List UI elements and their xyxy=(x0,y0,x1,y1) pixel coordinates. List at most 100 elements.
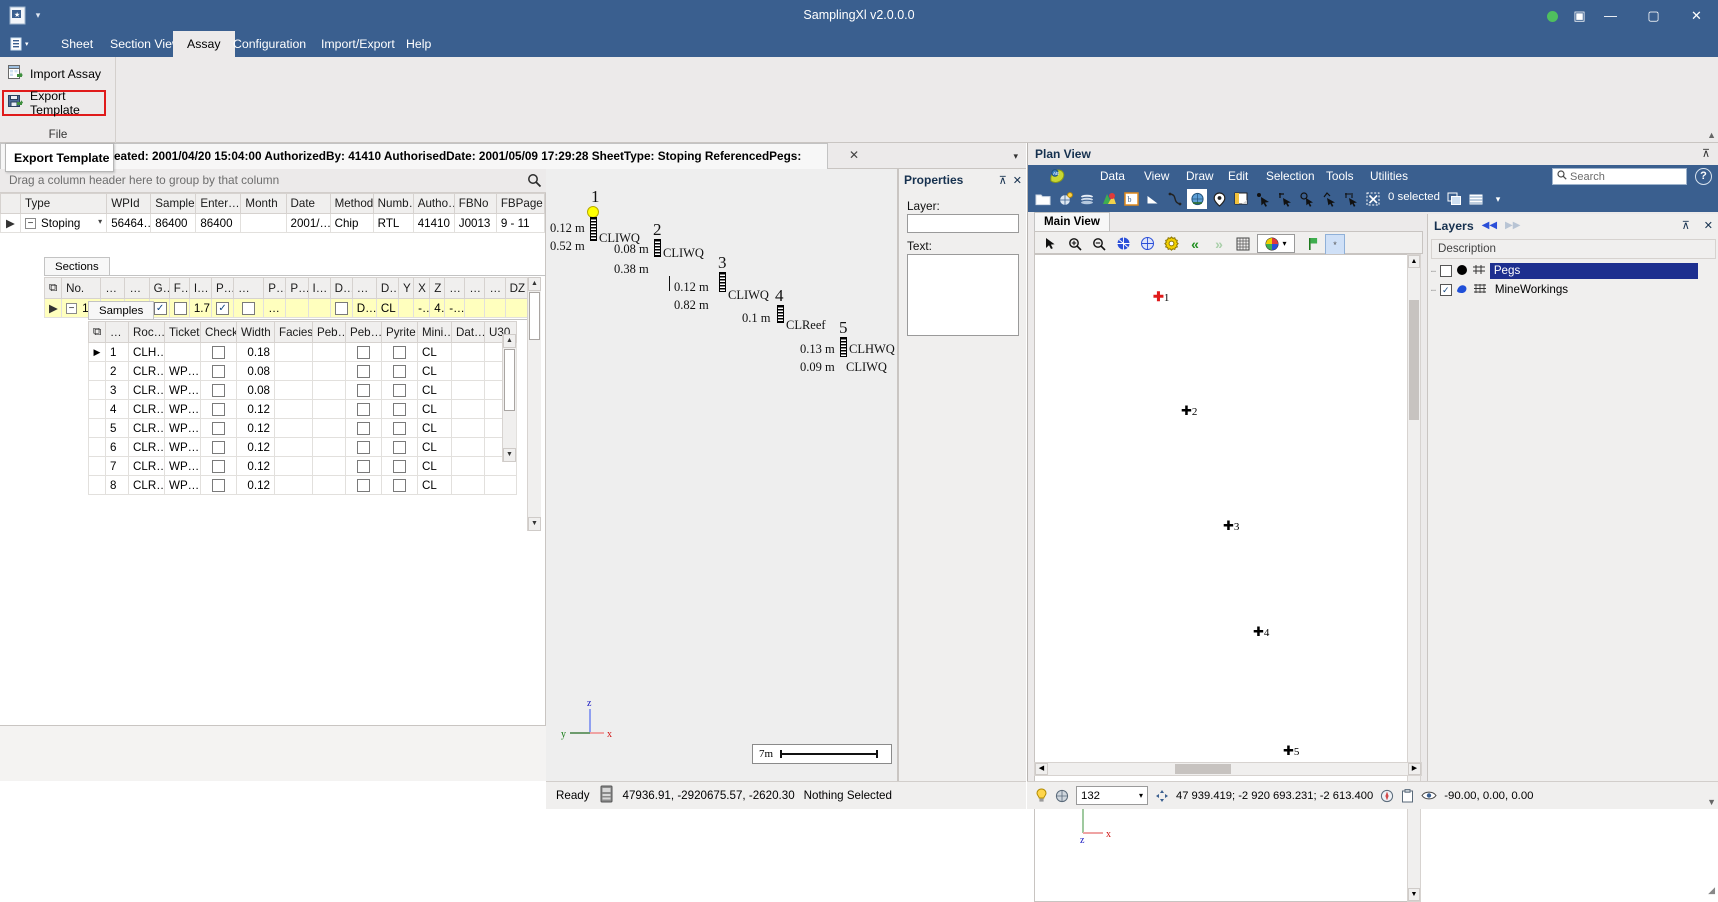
cell-sampler[interactable]: 86400 xyxy=(151,214,196,233)
scrollbar-thumb[interactable] xyxy=(1409,300,1419,420)
cell-rock[interactable]: CLR… xyxy=(129,457,165,476)
cell-dat[interactable] xyxy=(452,457,485,476)
cell-fbno[interactable]: J0013 xyxy=(454,214,496,233)
text-field[interactable] xyxy=(907,254,1019,336)
globe-outline-icon[interactable] xyxy=(1137,234,1157,253)
cell-u30[interactable] xyxy=(485,476,517,495)
sections-col-18[interactable]: … xyxy=(445,278,465,299)
plan-peg-2[interactable]: ✚2 xyxy=(1181,403,1197,419)
sections-col-19[interactable]: … xyxy=(465,278,485,299)
cell-no[interactable]: 5 xyxy=(106,419,129,438)
samples-col-peb1[interactable]: Peb… xyxy=(313,322,346,343)
cell-peb2[interactable] xyxy=(346,476,382,495)
section-borehole-3[interactable] xyxy=(719,272,726,292)
checkbox[interactable] xyxy=(357,479,370,492)
select-point-icon[interactable] xyxy=(1253,189,1273,209)
assay-outer-grid[interactable]: Type WPId Sampler Enter… Month Date Meth… xyxy=(0,193,546,726)
layers-icon[interactable] xyxy=(1077,189,1097,209)
cell-check[interactable] xyxy=(201,457,237,476)
cell-mini[interactable]: CL xyxy=(418,400,452,419)
flag-icon[interactable] xyxy=(1303,234,1323,253)
crop-icon[interactable] xyxy=(1341,189,1361,209)
tab-sections[interactable]: Sections xyxy=(44,257,110,276)
pointer-icon[interactable] xyxy=(1041,234,1061,253)
checkbox[interactable] xyxy=(212,422,225,435)
cell-ticket[interactable]: WP… xyxy=(165,362,201,381)
cell-mini[interactable]: CL xyxy=(418,381,452,400)
close-button[interactable]: ✕ xyxy=(1675,0,1718,31)
cell-rock[interactable]: CLR… xyxy=(129,438,165,457)
plan-peg-5[interactable]: ✚5 xyxy=(1283,743,1299,759)
row-indicator[interactable] xyxy=(89,362,106,381)
cell-peb1[interactable] xyxy=(313,476,346,495)
hatch-icon[interactable] xyxy=(1472,264,1486,278)
samples-col-width[interactable]: Width xyxy=(237,322,275,343)
cell-rock[interactable]: CLR… xyxy=(129,419,165,438)
cell-rock[interactable]: CLR… xyxy=(129,476,165,495)
layer-color-swatch[interactable] xyxy=(1456,283,1469,298)
cell-method[interactable]: Chip xyxy=(330,214,373,233)
row-indicator[interactable] xyxy=(89,438,106,457)
sections-col-dz[interactable]: DZ xyxy=(505,278,528,299)
sections-col-p1[interactable]: P… xyxy=(211,278,233,299)
resize-grip[interactable]: ◢ xyxy=(1708,885,1715,896)
cell-wpid[interactable]: 56464… xyxy=(107,214,151,233)
pv-menu-data[interactable]: Data xyxy=(1094,167,1131,186)
scrollbar-thumb[interactable] xyxy=(504,349,515,411)
section-borehole-4[interactable] xyxy=(777,305,784,323)
scrollbar-thumb[interactable] xyxy=(529,292,540,340)
pattern-icon[interactable] xyxy=(1473,283,1487,297)
cell-no[interactable]: 2 xyxy=(106,362,129,381)
outer-col-fbpage[interactable]: FBPage xyxy=(496,194,544,214)
gear-icon[interactable] xyxy=(1161,234,1181,253)
row-expander[interactable]: − xyxy=(25,218,36,229)
pv-menu-draw[interactable]: Draw xyxy=(1180,167,1220,186)
layer-name-pegs[interactable]: Pegs xyxy=(1490,263,1698,279)
outer-col-type[interactable]: Type xyxy=(21,194,107,214)
table-row[interactable]: 7CLR…WP…0.12CL xyxy=(89,457,517,476)
cell-facies[interactable] xyxy=(275,419,313,438)
nav-back-icon[interactable]: ◀◀ xyxy=(1482,220,1497,231)
cell-pyrite[interactable] xyxy=(382,381,418,400)
cell-enter[interactable]: 86400 xyxy=(196,214,241,233)
row-indicator[interactable] xyxy=(89,381,106,400)
checkbox[interactable] xyxy=(357,422,370,435)
cell-no[interactable]: 1 xyxy=(106,343,129,362)
checkbox[interactable] xyxy=(212,365,225,378)
sections-col-p2[interactable]: P… xyxy=(264,278,286,299)
checkbox[interactable] xyxy=(393,403,406,416)
chevron-down-icon[interactable]: ▾ xyxy=(98,217,102,226)
cell-width[interactable]: 0.08 xyxy=(237,381,275,400)
checkbox[interactable] xyxy=(357,460,370,473)
cell-facies[interactable] xyxy=(275,381,313,400)
cell-peb1[interactable] xyxy=(313,419,346,438)
outer-col-method[interactable]: Method xyxy=(330,194,373,214)
clipboard-icon[interactable] xyxy=(1401,789,1414,803)
scroll-up-icon[interactable]: ▲ xyxy=(1408,255,1420,268)
cell-width[interactable]: 0.12 xyxy=(237,438,275,457)
plan-peg-4[interactable]: ✚4 xyxy=(1253,624,1269,640)
cell-dat[interactable] xyxy=(452,438,485,457)
sections-col-p3[interactable]: P… xyxy=(286,278,308,299)
table-row[interactable]: ▶ −Stoping▾ 56464… 86400 86400 2001/… Ch… xyxy=(1,214,545,233)
star-icon[interactable]: * xyxy=(1325,234,1345,255)
table-row[interactable]: 8CLR…WP…0.12CL xyxy=(89,476,517,495)
layer-visibility-checkbox[interactable] xyxy=(1440,265,1452,277)
sections-vertical-scrollbar[interactable]: ▲ ▼ xyxy=(527,277,541,531)
cell-rock[interactable]: CLH… xyxy=(129,343,165,362)
cell-peb2[interactable] xyxy=(346,381,382,400)
sections-col-i[interactable]: I… xyxy=(189,278,211,299)
forward-icon[interactable]: » xyxy=(1209,234,1229,253)
section-peg-number-1[interactable]: 1 xyxy=(591,187,600,207)
pin-icon[interactable]: ⊼ xyxy=(999,174,1007,187)
row-indicator[interactable] xyxy=(89,400,106,419)
cell-peb2[interactable] xyxy=(346,343,382,362)
cell-facies[interactable] xyxy=(275,362,313,381)
cell-dat[interactable] xyxy=(452,343,485,362)
location-pin-icon[interactable] xyxy=(1209,189,1229,209)
cell-ticket[interactable]: WP… xyxy=(165,400,201,419)
cell-width[interactable]: 0.08 xyxy=(237,362,275,381)
cell-pyrite[interactable] xyxy=(382,438,418,457)
globe-icon[interactable] xyxy=(1055,789,1069,803)
section-peg-number-2[interactable]: 2 xyxy=(653,220,662,240)
